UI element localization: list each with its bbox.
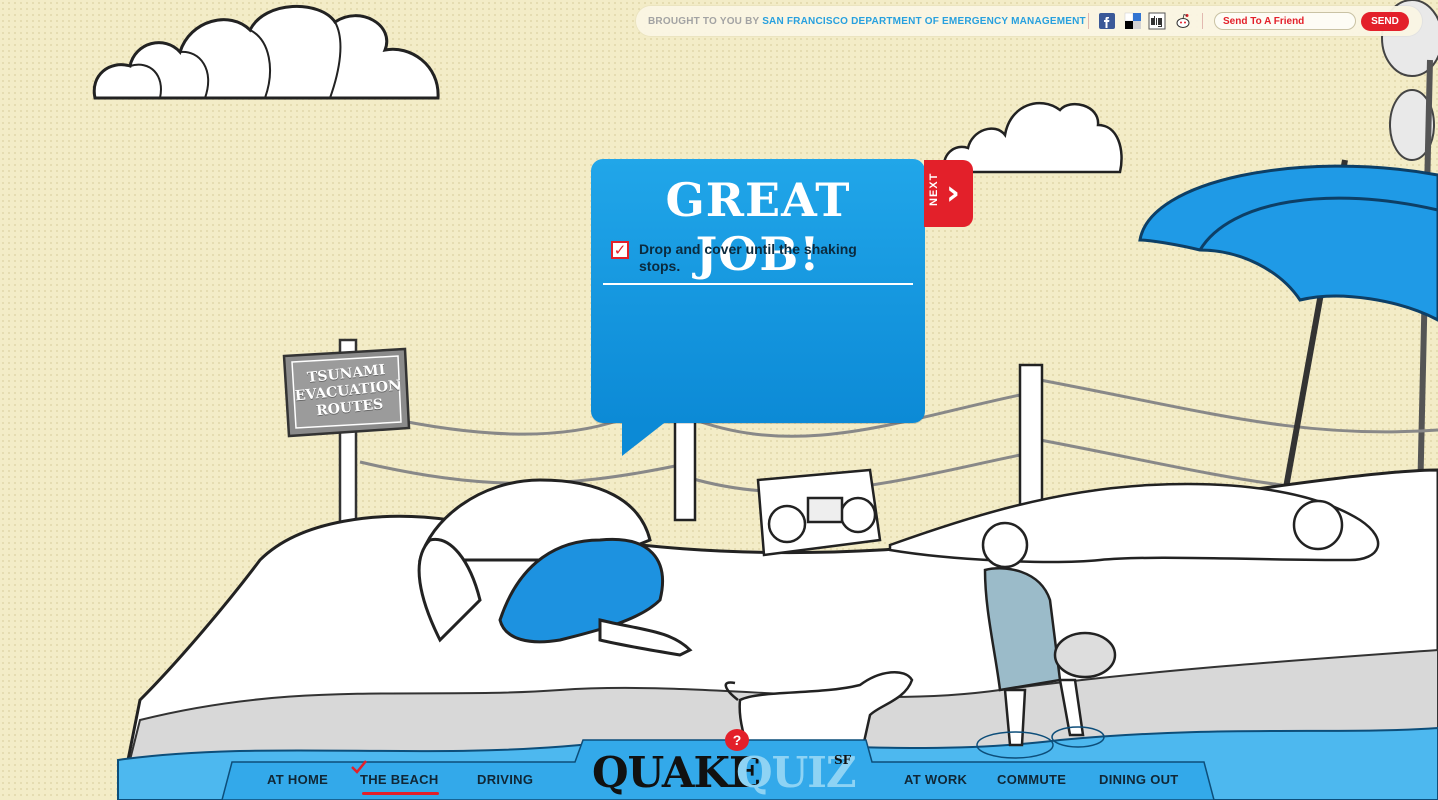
- cloud-left: [92, 4, 440, 100]
- nav-commute[interactable]: COMMUTE: [997, 772, 1066, 787]
- beach-umbrella: [1138, 159, 1438, 511]
- checkmark-icon: ✓: [611, 241, 629, 259]
- nav-driving[interactable]: DRIVING: [477, 772, 533, 787]
- sponsor-prefix: BROUGHT TO YOU BY: [648, 16, 760, 27]
- bubble-tail: [622, 420, 668, 456]
- next-button[interactable]: NEXT ›: [924, 160, 973, 227]
- top-bar: BROUGHT TO YOU BY SAN FRANCISCO DEPARTME…: [636, 6, 1422, 36]
- chevron-right-icon: ›: [946, 173, 961, 213]
- sponsor-credit: BROUGHT TO YOU BY SAN FRANCISCO DEPARTME…: [648, 16, 1086, 27]
- delicious-icon[interactable]: [1124, 12, 1142, 30]
- nav-dining-out[interactable]: DINING OUT: [1099, 772, 1179, 787]
- active-checkmark-icon: [351, 760, 367, 774]
- send-button[interactable]: SEND: [1361, 12, 1409, 31]
- boombox: [756, 468, 882, 557]
- reddit-icon[interactable]: [1174, 12, 1192, 30]
- quiz-result-bubble: GREAT JOB! ✓ Drop and cover until the sh…: [591, 159, 925, 423]
- sponsor-link[interactable]: SAN FRANCISCO DEPARTMENT OF EMERGENCY MA…: [762, 16, 1086, 27]
- nav-at-work[interactable]: AT WORK: [904, 772, 967, 787]
- cloud-right: [942, 101, 1123, 174]
- facebook-icon[interactable]: [1098, 12, 1116, 30]
- send-to-friend-input[interactable]: [1214, 12, 1356, 30]
- nav-the-beach[interactable]: THE BEACH: [360, 772, 439, 795]
- nav-at-home[interactable]: AT HOME: [267, 772, 328, 787]
- next-label: NEXT: [928, 172, 940, 206]
- divider: [1088, 13, 1089, 29]
- answer-text: Drop and cover until the shaking stops.: [639, 241, 857, 274]
- digg-icon[interactable]: [1148, 12, 1166, 30]
- divider: [1202, 13, 1203, 29]
- logo-quake: QUAKE: [592, 748, 761, 797]
- logo-sf: SF: [834, 753, 852, 767]
